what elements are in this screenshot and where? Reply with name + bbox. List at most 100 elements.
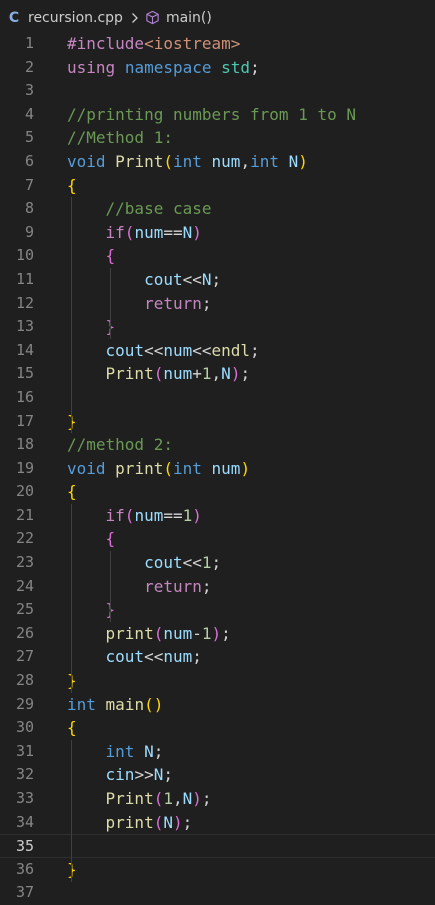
code-token: ; [153, 741, 164, 761]
code-line[interactable]: 19 void print(int num) [0, 457, 435, 481]
code-token: int [105, 741, 135, 761]
code-line[interactable]: 6 void Print(int num,int N) [0, 150, 435, 174]
breadcrumb-file[interactable]: recursion.cpp [28, 10, 123, 26]
code-token: ) [240, 458, 251, 478]
line-number: 19 [15, 458, 34, 477]
code-line[interactable]: 15 Print(num+1,N); [0, 362, 435, 386]
code-line[interactable]: 34 print(N); [0, 811, 435, 835]
indent-guide [71, 197, 72, 434]
breadcrumb: C recursion.cpp main() [0, 0, 435, 35]
line-number: 30 [15, 718, 34, 737]
code-line[interactable]: 5 //Method 1: [0, 126, 435, 150]
code-line[interactable]: 13 } [0, 315, 435, 339]
code-line[interactable]: 23 cout<<1; [0, 551, 435, 575]
code-text: { [67, 480, 77, 504]
breadcrumb-symbol[interactable]: main() [166, 10, 212, 26]
code-token: N [153, 765, 164, 785]
code-token: << [192, 340, 212, 360]
code-token: 1 [201, 623, 212, 643]
code-line[interactable]: 27 cout<<num; [0, 645, 435, 669]
code-token: int [67, 694, 96, 714]
code-line[interactable]: 31 int N; [0, 740, 435, 764]
line-number: 25 [15, 600, 34, 619]
code-line[interactable]: 21 if(num==1) [0, 504, 435, 528]
code-token: namespace [124, 57, 212, 77]
code-token: () [144, 694, 164, 714]
code-token: num [163, 647, 193, 667]
code-line[interactable]: 28} [0, 669, 435, 693]
code-line[interactable]: 7{ [0, 174, 435, 198]
line-number: 9 [24, 222, 34, 241]
code-text: //Method 1: [67, 126, 173, 150]
code-token: ; [221, 623, 231, 643]
code-line[interactable]: 12 return; [0, 292, 435, 316]
line-number: 18 [15, 435, 34, 454]
line-number: 34 [15, 812, 34, 831]
code-token: print [105, 623, 154, 643]
code-token: N [144, 741, 154, 761]
line-number: 13 [15, 317, 34, 336]
line-number: 28 [15, 671, 34, 690]
code-token: ( [124, 222, 135, 242]
code-text: { [67, 527, 116, 551]
code-token: ; [250, 340, 260, 360]
code-line[interactable]: 16 [0, 386, 435, 410]
code-text: cout<<1; [67, 551, 221, 575]
code-line[interactable]: 37 [0, 881, 435, 905]
code-token: == [163, 505, 183, 525]
code-token: if [105, 222, 125, 242]
code-token: Print [115, 151, 164, 171]
code-token: ( [153, 789, 164, 808]
code-token: //Method 1: [67, 128, 173, 148]
code-line[interactable]: 1 #include<iostream> [0, 32, 435, 56]
code-line[interactable]: 9 if(num==N) [0, 221, 435, 245]
code-line[interactable]: 10 { [0, 244, 435, 268]
code-line[interactable]: 8 //base case [0, 197, 435, 221]
code-line[interactable]: 17} [0, 410, 435, 434]
code-line[interactable]: 18 //method 2: [0, 433, 435, 457]
code-token: if [105, 505, 125, 525]
code-text: return; [67, 575, 212, 599]
code-line[interactable]: 4 //printing numbers from 1 to N [0, 103, 435, 127]
code-token: <iostream> [144, 34, 241, 53]
code-text: #include<iostream> [67, 32, 240, 56]
code-text: if(num==1) [67, 504, 202, 528]
line-number: 4 [24, 104, 34, 123]
code-text: Print(1,N); [67, 787, 212, 811]
code-line[interactable]: 26 print(num-1); [0, 622, 435, 646]
code-line[interactable]: 14 cout<<num<<endl; [0, 339, 435, 363]
line-number: 32 [15, 765, 34, 784]
line-number: 10 [15, 246, 34, 265]
code-line[interactable]: 20 { [0, 480, 435, 504]
code-line[interactable]: 29 int main() [0, 693, 435, 717]
code-token: ; [201, 576, 212, 596]
cube-icon [145, 10, 161, 26]
code-token: ( [153, 623, 164, 643]
code-token: ; [182, 812, 193, 832]
line-number: 20 [15, 482, 34, 501]
code-line[interactable]: 33 Print(1,N); [0, 787, 435, 811]
code-line[interactable]: 32 cin>>N; [0, 763, 435, 787]
line-number: 3 [24, 81, 34, 100]
code-line[interactable]: 3 [0, 79, 435, 103]
code-line[interactable]: 30 { [0, 716, 435, 740]
code-line[interactable]: 11 cout<<N; [0, 268, 435, 292]
code-line[interactable]: 24 return; [0, 575, 435, 599]
code-line[interactable]: 35 [0, 834, 435, 858]
code-line[interactable]: 36} [0, 858, 435, 882]
line-number: 26 [15, 623, 34, 642]
code-token: ( [163, 151, 173, 171]
code-line[interactable]: 25 } [0, 598, 435, 622]
code-line[interactable]: 2 using namespace std; [0, 56, 435, 80]
line-number: 24 [15, 576, 34, 595]
code-token: ( [153, 364, 164, 384]
line-number: 17 [15, 411, 34, 430]
code-line[interactable]: 22 { [0, 527, 435, 551]
code-text: Print(num+1,N); [67, 362, 251, 386]
code-editor[interactable]: 1 #include<iostream> 2 using namespace std;… [0, 32, 435, 905]
